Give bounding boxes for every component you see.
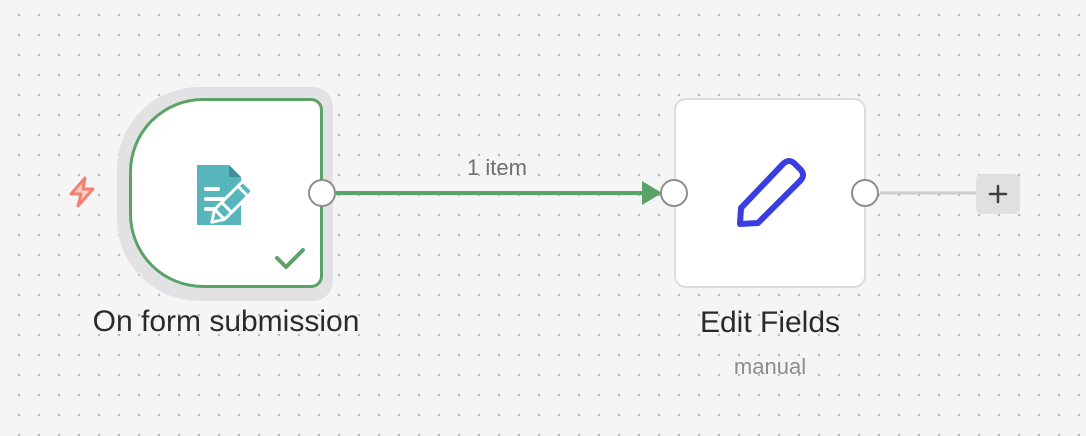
- success-check-icon: [275, 248, 305, 269]
- connection-item-count: 1 item: [467, 155, 527, 180]
- edit-input-handle[interactable]: [660, 179, 688, 207]
- workflow-canvas[interactable]: 1 item On form submission Edit Fields ma…: [0, 0, 1086, 436]
- node-title: Edit Fields: [699, 306, 841, 339]
- trigger-output-handle[interactable]: [308, 179, 336, 207]
- plus-icon: [988, 184, 1008, 204]
- edit-output-handle[interactable]: [851, 179, 879, 207]
- connection-arrowhead: [642, 181, 662, 205]
- node-subtitle: manual: [733, 354, 807, 379]
- node-title: On form submission: [92, 305, 360, 338]
- node-edit-fields[interactable]: [674, 98, 866, 288]
- add-node-button[interactable]: [976, 174, 1020, 214]
- pencil-icon: [737, 158, 806, 227]
- form-edit-icon: [197, 165, 254, 225]
- bolt-icon: [69, 176, 95, 208]
